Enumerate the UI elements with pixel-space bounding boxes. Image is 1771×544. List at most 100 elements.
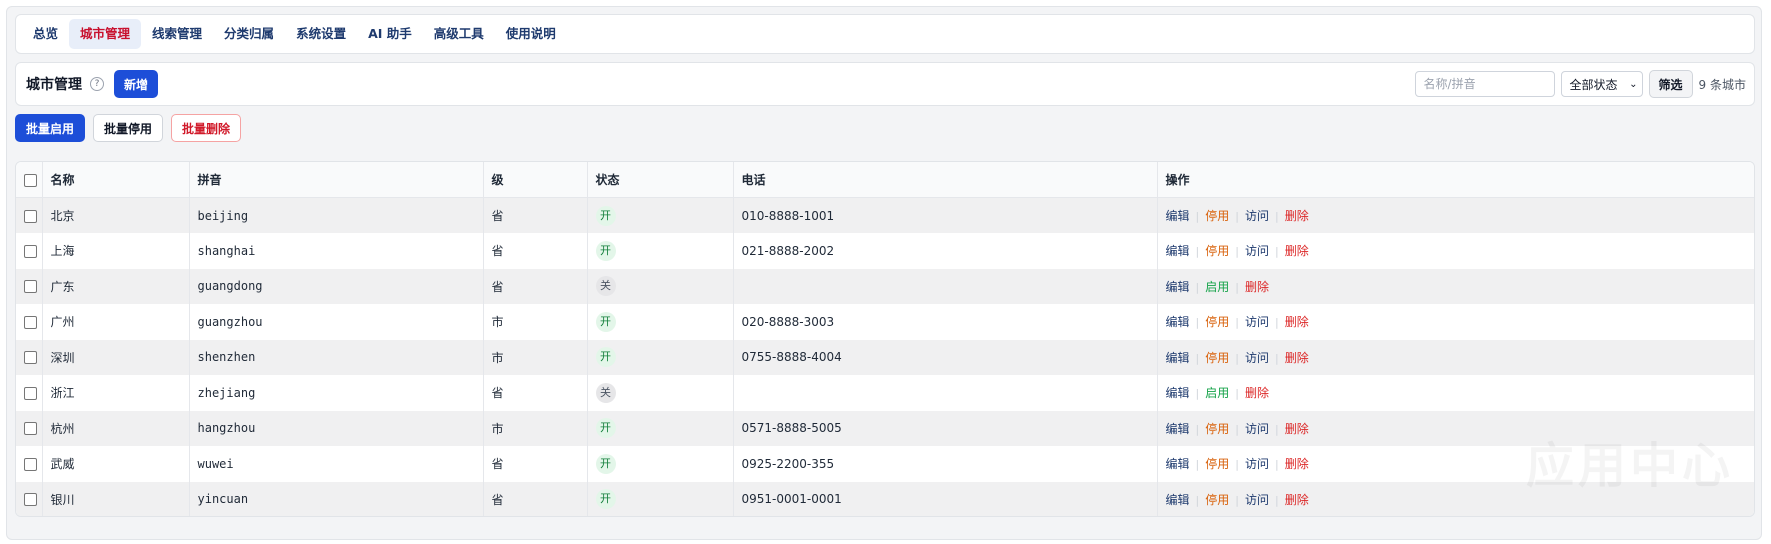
edit-action[interactable]: 编辑 <box>1166 493 1190 507</box>
enable-action[interactable]: 启用 <box>1205 386 1229 400</box>
nav-tab[interactable]: 线索管理 <box>141 19 213 49</box>
add-city-button[interactable]: 新增 <box>114 70 159 98</box>
edit-action[interactable]: 编辑 <box>1166 457 1190 471</box>
nav-tab[interactable]: AI 助手 <box>357 19 423 49</box>
delete-action[interactable]: 删除 <box>1245 386 1269 400</box>
bulk-delete-button[interactable]: 批量删除 <box>171 114 242 142</box>
delete-action[interactable]: 删除 <box>1285 351 1309 365</box>
visit-action[interactable]: 访问 <box>1245 315 1269 329</box>
delete-action[interactable]: 删除 <box>1285 457 1309 471</box>
row-checkbox[interactable] <box>24 209 37 223</box>
delete-action[interactable]: 删除 <box>1285 493 1309 507</box>
disable-action[interactable]: 停用 <box>1205 209 1229 223</box>
action-separator: | <box>1274 493 1279 507</box>
nav-tab[interactable]: 分类归属 <box>213 19 285 49</box>
disable-action[interactable]: 停用 <box>1205 457 1229 471</box>
status-badge: 关 <box>595 276 616 297</box>
visit-action[interactable]: 访问 <box>1245 422 1269 436</box>
edit-action[interactable]: 编辑 <box>1166 422 1190 436</box>
cell-level: 省 <box>483 233 588 269</box>
visit-action[interactable]: 访问 <box>1245 493 1269 507</box>
row-select-cell <box>16 375 43 411</box>
row-checkbox[interactable] <box>24 351 37 365</box>
disable-action[interactable]: 停用 <box>1205 244 1229 258</box>
nav-tab[interactable]: 高级工具 <box>423 19 495 49</box>
nav-tab[interactable]: 城市管理 <box>69 19 142 49</box>
cell-status: 开 <box>587 233 734 269</box>
cell-phone: 010-8888-1001 <box>733 197 1158 233</box>
row-checkbox[interactable] <box>24 386 37 400</box>
cell-actions: 编辑 | 停用 | 访问 | 删除 <box>1157 482 1754 517</box>
search-input[interactable] <box>1414 71 1555 97</box>
cell-name: 上海 <box>42 233 190 269</box>
top-nav: 总览 城市管理 线索管理 分类归属 系统设置 AI 助手 高级工具 使用说明 <box>15 14 1755 54</box>
cell-phone <box>733 375 1158 411</box>
city-table-container: 名称 拼音 级 状态 电话 操作 北京 beijing 省开 010-8888-100… <box>15 161 1755 517</box>
cell-pinyin: zhejiang <box>189 375 484 411</box>
disable-action[interactable]: 停用 <box>1205 315 1229 329</box>
visit-action[interactable]: 访问 <box>1245 351 1269 365</box>
col-header-phone[interactable]: 电话 <box>733 162 1158 198</box>
delete-action[interactable]: 删除 <box>1285 244 1309 258</box>
edit-action[interactable]: 编辑 <box>1166 280 1190 294</box>
visit-action[interactable]: 访问 <box>1245 209 1269 223</box>
edit-action[interactable]: 编辑 <box>1166 351 1190 365</box>
enable-action[interactable]: 启用 <box>1205 280 1229 294</box>
row-checkbox[interactable] <box>24 280 37 294</box>
delete-action[interactable]: 删除 <box>1285 315 1309 329</box>
help-icon[interactable]: ? <box>90 77 104 91</box>
action-separator: | <box>1235 422 1239 436</box>
row-checkbox[interactable] <box>24 244 37 258</box>
select-all-checkbox[interactable] <box>24 173 37 187</box>
nav-tab[interactable]: 系统设置 <box>285 19 357 49</box>
bulk-enable-button[interactable]: 批量启用 <box>15 114 86 142</box>
cell-status: 开 <box>587 304 734 340</box>
row-checkbox[interactable] <box>24 493 37 507</box>
visit-action[interactable]: 访问 <box>1245 457 1269 471</box>
status-select[interactable]: 全部状态 ⌄ <box>1560 71 1643 97</box>
action-separator: | <box>1235 316 1239 330</box>
delete-action[interactable]: 删除 <box>1285 209 1309 223</box>
action-separator: | <box>1274 351 1279 365</box>
action-separator: | <box>1235 245 1239 259</box>
cell-pinyin: shenzhen <box>189 339 484 375</box>
cell-status: 开 <box>587 197 734 233</box>
cell-name: 浙江 <box>42 375 190 411</box>
filter-button[interactable]: 筛选 <box>1648 70 1693 98</box>
cell-name: 银川 <box>42 481 190 516</box>
delete-action[interactable]: 删除 <box>1245 280 1269 294</box>
cell-phone: 020-8888-3003 <box>733 304 1158 340</box>
edit-action[interactable]: 编辑 <box>1166 386 1190 400</box>
row-checkbox[interactable] <box>24 457 37 471</box>
edit-action[interactable]: 编辑 <box>1166 315 1190 329</box>
table-row: 深圳 shenzhen 市开 0755-8888-4004 编辑 | 停用 | 访问 | 删除 <box>16 339 1754 376</box>
disable-action[interactable]: 停用 <box>1205 422 1229 436</box>
col-header-level[interactable]: 级 <box>483 162 588 198</box>
col-header-pinyin[interactable]: 拼音 <box>189 162 484 198</box>
edit-action[interactable]: 编辑 <box>1166 209 1190 223</box>
bulk-disable-button[interactable]: 批量停用 <box>93 114 164 142</box>
delete-action[interactable]: 删除 <box>1285 422 1309 436</box>
cell-level: 省 <box>483 446 588 482</box>
row-checkbox[interactable] <box>24 422 37 436</box>
action-separator: | <box>1235 458 1239 472</box>
visit-action[interactable]: 访问 <box>1245 244 1269 258</box>
cell-phone: 0571-8888-5005 <box>733 410 1158 446</box>
nav-tab[interactable]: 总览 <box>22 19 69 49</box>
col-header-name[interactable]: 名称 <box>42 162 190 198</box>
edit-action[interactable]: 编辑 <box>1166 244 1190 258</box>
cell-actions: 编辑 | 停用 | 访问 | 删除 <box>1157 411 1754 447</box>
nav-tab[interactable]: 使用说明 <box>495 19 567 49</box>
cell-actions: 编辑 | 停用 | 访问 | 删除 <box>1157 198 1754 234</box>
cell-pinyin: shanghai <box>189 233 484 269</box>
cell-name: 广东 <box>42 268 190 304</box>
row-checkbox[interactable] <box>24 315 37 329</box>
disable-action[interactable]: 停用 <box>1205 493 1229 507</box>
status-badge: 开 <box>595 205 616 226</box>
city-table: 名称 拼音 级 状态 电话 操作 北京 beijing 省开 010-8888-100… <box>16 162 1754 517</box>
col-header-status[interactable]: 状态 <box>587 162 734 198</box>
cell-actions: 编辑 | 停用 | 访问 | 删除 <box>1157 340 1754 376</box>
action-separator: | <box>1235 493 1239 507</box>
disable-action[interactable]: 停用 <box>1205 351 1229 365</box>
action-separator: | <box>1274 458 1279 472</box>
